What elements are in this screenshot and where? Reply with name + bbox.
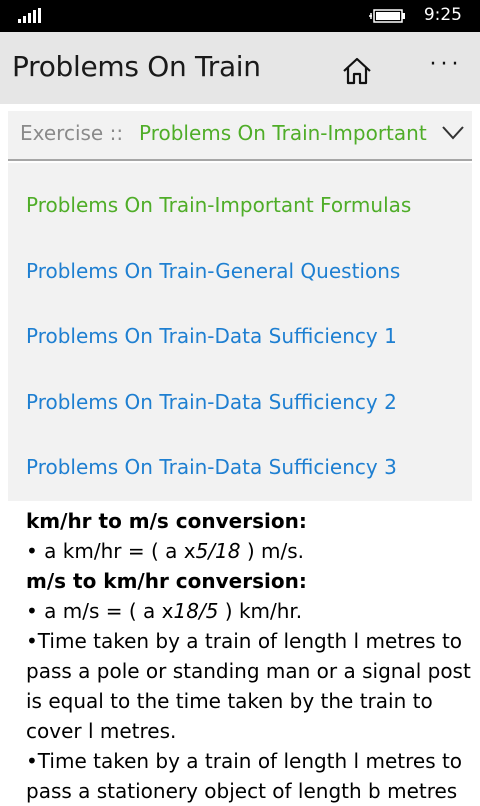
formula-text: ) m/s. [240,539,304,563]
formula-fraction: 18/5 [173,599,219,623]
formula-paragraph: •Time taken by a train of length l metre… [26,749,463,803]
formula-paragraph: •Time taken by a train of length l metre… [26,629,471,743]
exercise-label: Exercise :: [20,121,124,145]
dropdown-item-data-sufficiency-2[interactable]: Problems On Train-Data Sufficiency 2 [26,390,397,414]
status-time: 9:25 [423,5,462,25]
battery-icon [369,9,405,23]
formula-text: • a m/s = ( a x [26,599,174,623]
section-heading: km/hr to m/s conversion: [26,509,307,533]
dropdown-item-data-sufficiency-1[interactable]: Problems On Train-Data Sufficiency 1 [26,324,397,348]
formula-line: • a km/hr = ( a x5/18 ) m/s. [26,536,474,566]
exercise-selector[interactable]: Exercise :: Problems On Train-Important … [8,111,472,161]
formula-fraction: 5/18 [195,539,241,563]
signal-strength-icon [18,8,42,23]
status-bar: 9:25 [0,0,480,32]
home-icon[interactable] [340,54,374,88]
chevron-down-icon[interactable] [442,126,464,140]
dropdown-item-data-sufficiency-3[interactable]: Problems On Train-Data Sufficiency 3 [26,455,397,479]
page-title: Problems On Train [12,50,261,83]
formula-text: • a km/hr = ( a x [26,539,196,563]
exercise-selected-value: Problems On Train-Important Formulas [139,121,431,145]
app-header: Problems On Train ··· [0,32,480,104]
section-heading: m/s to km/hr conversion: [26,569,307,593]
formula-line: • a m/s = ( a x18/5 ) km/hr. [26,596,474,626]
formula-content: km/hr to m/s conversion: • a km/hr = ( a… [26,506,474,806]
more-options-button[interactable]: ··· [426,50,466,80]
dropdown-item-important-formulas[interactable]: Problems On Train-Important Formulas [26,193,411,217]
formula-text: ) km/hr. [218,599,303,623]
exercise-dropdown-list: Problems On Train-Important Formulas Pro… [8,163,472,501]
dropdown-item-general-questions[interactable]: Problems On Train-General Questions [26,259,400,283]
